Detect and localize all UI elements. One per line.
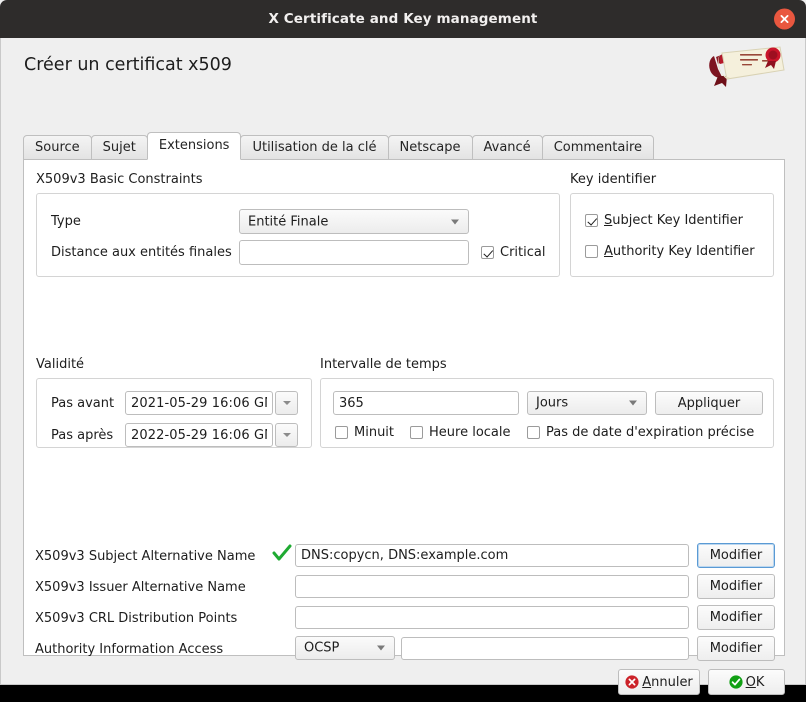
no-well-defined-expiration-label: Pas de date d'expiration précise [546, 425, 755, 440]
close-glyph [780, 15, 789, 23]
chevron-down-icon [377, 645, 385, 651]
chevron-down-icon [282, 433, 291, 437]
not-before-label: Pas avant [51, 396, 115, 411]
time-unit-value: Jours [536, 395, 569, 411]
certificate-scroll-logo [709, 46, 785, 87]
crl-distribution-points-input[interactable] [295, 606, 689, 629]
not-after-label: Pas après [51, 428, 114, 443]
crl-distribution-points-label: X509v3 CRL Distribution Points [35, 611, 238, 626]
key-identifier-title: Key identifier [570, 172, 657, 187]
ok-button[interactable]: OK [708, 669, 785, 695]
tab-avance[interactable]: Avancé [471, 135, 543, 160]
key-identifier-frame: Subject Key Identifier Authority Key Ide… [570, 193, 774, 277]
not-before-dropdown-button[interactable] [275, 391, 298, 415]
authority-key-identifier-label: Authority Key Identifier [604, 244, 755, 259]
not-after-dropdown-button[interactable] [275, 423, 298, 447]
time-range-group: Intervalle de temps Jours Appliquer Minu… [320, 357, 774, 448]
edit-button-label: Modifier [709, 579, 763, 594]
authority-key-identifier-box [585, 245, 598, 258]
midnight-checkbox[interactable]: Minuit [335, 425, 394, 440]
critical-checkbox[interactable]: Critical [481, 245, 545, 260]
tab-netscape[interactable]: Netscape [387, 135, 473, 160]
ok-button-label: OK [745, 674, 765, 690]
validity-group: Validité Pas avant Pas après [36, 357, 312, 448]
subject-key-identifier-label: Subject Key Identifier [604, 213, 744, 228]
validity-title: Validité [36, 357, 85, 372]
basic-constraints-frame: Type Entité Finale Distance aux entités … [36, 193, 560, 277]
authority-information-access-method-value: OCSP [304, 640, 340, 656]
key-identifier-group: Key identifier Subject Key Identifier Au… [570, 172, 774, 277]
edit-button-label: Modifier [709, 641, 763, 656]
tab-utilisation-de-la-cle[interactable]: Utilisation de la clé [240, 135, 389, 160]
authority-key-identifier-checkbox[interactable]: Authority Key Identifier [585, 244, 755, 259]
subject-alternative-name-label: X509v3 Subject Alternative Name [35, 549, 256, 564]
cancel-button-label: Annuler [642, 674, 693, 690]
not-after-input[interactable] [125, 423, 273, 447]
no-well-defined-expiration-checkbox[interactable]: Pas de date d'expiration précise [527, 425, 754, 440]
tab-sujet[interactable]: Sujet [90, 135, 148, 160]
subject-key-identifier-box [585, 214, 598, 227]
critical-checkbox-label: Critical [500, 245, 546, 260]
subject-alternative-name-input[interactable] [295, 544, 689, 567]
cancel-button[interactable]: Annuler [618, 669, 700, 695]
title-bar: X Certificate and Key management [0, 0, 806, 38]
critical-checkbox-box [481, 246, 494, 259]
certificate-dialog-window: X Certificate and Key management Créer u… [0, 0, 806, 695]
crl-distribution-points-edit-button[interactable]: Modifier [697, 605, 775, 630]
extensions-tab-panel: X509v3 Basic Constraints Type Entité Fin… [23, 159, 785, 661]
issuer-alternative-name-input[interactable] [295, 575, 689, 598]
authority-information-access-label: Authority Information Access [35, 642, 224, 657]
chevron-down-icon [451, 219, 459, 224]
subject-key-identifier-checkbox[interactable]: Subject Key Identifier [585, 213, 743, 228]
local-time-checkbox[interactable]: Heure locale [410, 425, 511, 440]
type-label: Type [51, 214, 81, 229]
tab-bar: Source Sujet Extensions Utilisation de l… [23, 132, 655, 160]
page-title: Créer un certificat x509 [24, 55, 232, 75]
tab-extensions[interactable]: Extensions [146, 132, 242, 160]
ok-icon [729, 675, 743, 689]
basic-constraints-type-value: Entité Finale [248, 214, 329, 229]
not-before-input[interactable] [125, 391, 273, 415]
midnight-checkbox-box [335, 426, 348, 439]
pathlen-label: Distance aux entités finales [51, 245, 232, 260]
cancel-icon [625, 675, 639, 689]
basic-constraints-group: X509v3 Basic Constraints Type Entité Fin… [36, 172, 560, 277]
chevron-down-icon [629, 400, 637, 406]
edit-button-label: Modifier [709, 548, 763, 563]
validity-frame: Pas avant Pas après [36, 378, 312, 448]
local-time-checkbox-box [410, 426, 423, 439]
issuer-alternative-name-edit-button[interactable]: Modifier [697, 574, 775, 599]
edit-button-label: Modifier [709, 610, 763, 625]
basic-constraints-type-select[interactable]: Entité Finale [239, 209, 469, 234]
apply-button-label: Appliquer [677, 395, 741, 411]
apply-button[interactable]: Appliquer [655, 391, 763, 415]
local-time-checkbox-label: Heure locale [429, 425, 511, 440]
subject-alternative-name-edit-button[interactable]: Modifier [697, 543, 775, 568]
time-amount-input[interactable] [333, 391, 519, 415]
time-range-frame: Jours Appliquer Minuit Heure locale [320, 378, 774, 448]
dialog-body: Créer un certificat x509 Source Sujet Ex… [0, 38, 806, 695]
chevron-down-icon [282, 401, 291, 405]
issuer-alternative-name-label: X509v3 Issuer Alternative Name [35, 580, 246, 595]
green-check-icon [272, 544, 292, 561]
window-title: X Certificate and Key management [268, 11, 538, 27]
close-icon[interactable] [774, 8, 795, 30]
no-well-defined-expiration-box [527, 426, 540, 439]
time-range-title: Intervalle de temps [320, 357, 447, 372]
dialog-footer: Annuler OK [1, 656, 805, 702]
midnight-checkbox-label: Minuit [354, 425, 395, 440]
tab-source[interactable]: Source [23, 135, 92, 160]
time-unit-select[interactable]: Jours [527, 391, 647, 415]
heading-row: Créer un certificat x509 [1, 38, 805, 90]
basic-constraints-title: X509v3 Basic Constraints [36, 172, 203, 187]
pathlen-input[interactable] [239, 240, 469, 265]
tab-commentaire[interactable]: Commentaire [541, 135, 655, 160]
